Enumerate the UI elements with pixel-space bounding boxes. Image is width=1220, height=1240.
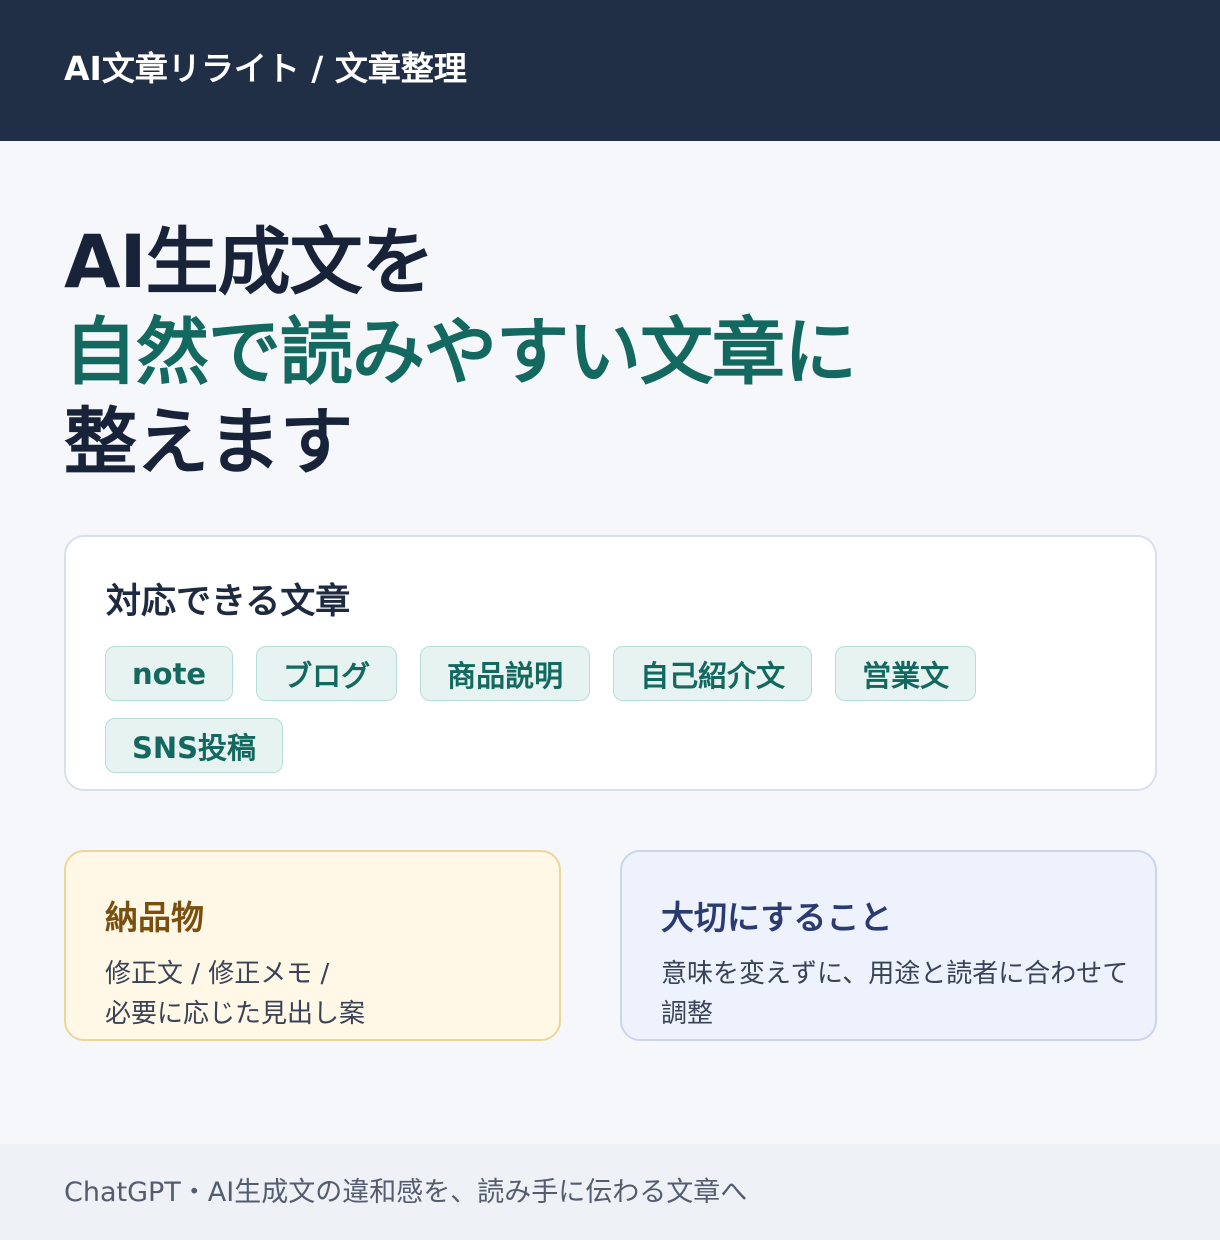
- supported-texts-chips: note ブログ 商品説明 自己紹介文 営業文 SNS投稿: [105, 646, 1115, 773]
- deliverables-title: 納品物: [105, 898, 204, 937]
- principle-body: 意味を変えずに、用途と読者に合わせて 調整: [661, 954, 1128, 1034]
- hero-line-3: 整えます: [64, 400, 353, 485]
- principle-title: 大切にすること: [661, 898, 893, 937]
- chip-self-introduction: 自己紹介文: [613, 646, 813, 701]
- chip-product-description: 商品説明: [420, 646, 591, 701]
- footer-tagline: ChatGPT・AI生成文の違和感を、読み手に伝わる文章へ: [64, 1177, 748, 1208]
- top-bar: AI文章リライト / 文章整理: [0, 0, 1220, 141]
- supported-texts-card: 対応できる文章 note ブログ 商品説明 自己紹介文 営業文 SNS投稿: [64, 535, 1157, 791]
- deliverables-line-1: 修正文 / 修正メモ /: [105, 959, 330, 989]
- chip-sns-post: SNS投稿: [105, 718, 284, 773]
- chip-note: note: [105, 646, 234, 701]
- chip-sales-text: 営業文: [835, 646, 977, 701]
- supported-texts-title: 対応できる文章: [106, 582, 351, 622]
- deliverables-body: 修正文 / 修正メモ / 必要に応じた見出し案: [105, 954, 365, 1034]
- site-title: AI文章リライト / 文章整理: [64, 49, 467, 88]
- principle-box: 大切にすること 意味を変えずに、用途と読者に合わせて 調整: [620, 850, 1157, 1041]
- principle-line-2: 調整: [661, 999, 714, 1029]
- principle-line-1: 意味を変えずに、用途と読者に合わせて: [661, 959, 1129, 989]
- deliverables-line-2: 必要に応じた見出し案: [105, 999, 366, 1029]
- deliverables-box: 納品物 修正文 / 修正メモ / 必要に応じた見出し案: [64, 850, 561, 1041]
- hero-line-2: 自然で読みやすい文章に: [64, 310, 857, 395]
- hero-headline: AI生成文を 自然で読みやすい文章に 整えます: [64, 218, 857, 488]
- page: AI文章リライト / 文章整理 AI生成文を 自然で読みやすい文章に 整えます …: [0, 0, 1220, 1240]
- chip-blog: ブログ: [256, 646, 398, 701]
- footer: ChatGPT・AI生成文の違和感を、読み手に伝わる文章へ: [0, 1144, 1220, 1240]
- hero-line-1: AI生成文を: [64, 220, 435, 305]
